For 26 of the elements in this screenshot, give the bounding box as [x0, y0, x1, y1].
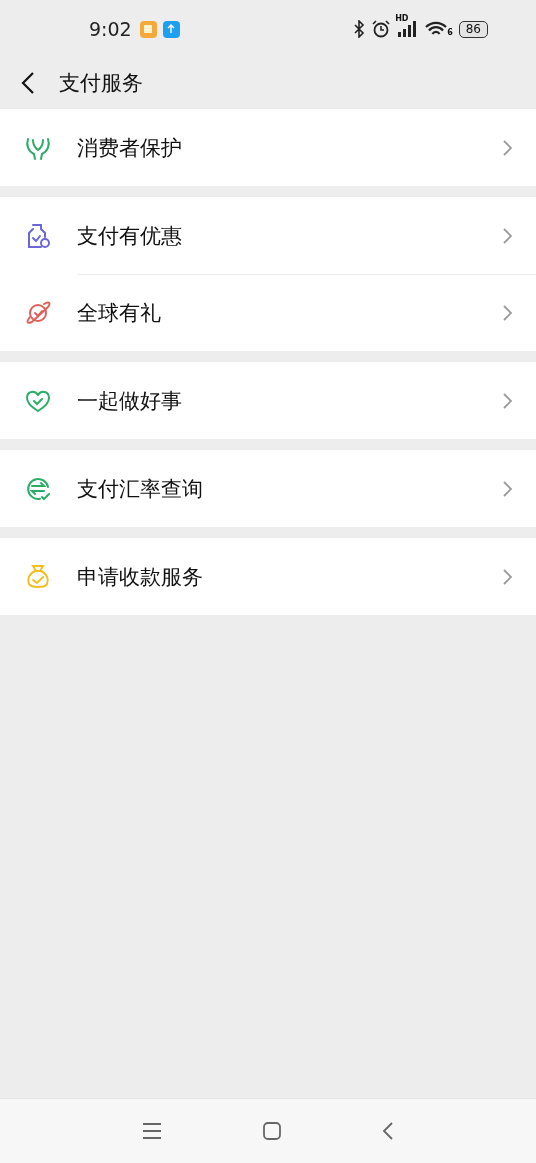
wifi-label: 6	[447, 28, 453, 37]
chevron-icon	[502, 567, 512, 586]
money-bag-icon	[24, 562, 52, 591]
back-icon[interactable]	[21, 71, 35, 95]
chevron-icon	[502, 479, 512, 498]
wifi-icon	[425, 21, 448, 37]
item-label: 一起做好事	[77, 387, 183, 415]
gallery-icon	[139, 20, 157, 38]
chevron-icon	[502, 303, 512, 322]
hd-label: HD	[395, 14, 409, 23]
bluetooth-icon	[353, 20, 366, 38]
item-label: 申请收款服务	[77, 563, 204, 591]
page-title: 支付服务	[59, 70, 143, 97]
item-label: 消费者保护	[77, 134, 183, 162]
chevron-icon	[502, 138, 512, 157]
alarm-icon	[371, 20, 392, 38]
status-time: 9:02	[89, 18, 132, 40]
item-label: 支付汇率查询	[77, 475, 204, 503]
upload-icon	[162, 20, 180, 38]
menu-icon[interactable]	[142, 1122, 162, 1140]
battery-icon: 86	[458, 20, 488, 38]
item-label: 全球有礼	[77, 299, 162, 327]
home-icon[interactable]	[262, 1121, 282, 1141]
chevron-icon	[502, 391, 512, 410]
item-label: 支付有优惠	[77, 222, 183, 250]
chevron-icon	[502, 226, 512, 245]
